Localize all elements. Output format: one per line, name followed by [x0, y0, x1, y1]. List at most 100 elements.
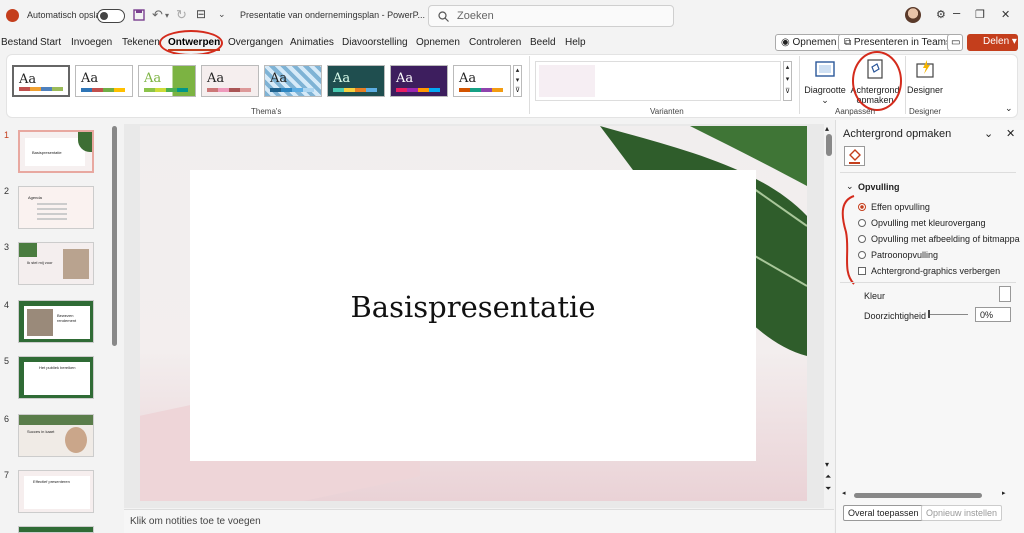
thumbnail-text: Effectief presenteren	[33, 479, 70, 484]
search-placeholder: Zoeken	[457, 10, 494, 22]
notes-pane[interactable]: Klik om notities toe te voegen	[124, 509, 834, 533]
customize-toolbar-icon[interactable]: ⌄	[218, 9, 226, 20]
hide-background-graphics-option[interactable]: Achtergrond-graphics verbergen	[858, 266, 1000, 276]
theme-4[interactable]: Aa	[201, 65, 259, 97]
theme-3[interactable]: Aa	[138, 65, 196, 97]
thumbnail-slide-2[interactable]: Agenda	[18, 186, 94, 229]
thumbnail-slide-6[interactable]: Succes in kaart	[18, 414, 94, 457]
scroll-thumb[interactable]	[854, 493, 982, 498]
themes-scroll[interactable]: ▴ ▾ ⊽	[513, 65, 522, 97]
thumbnail-slide-3[interactable]: Ik stel mij voor	[18, 242, 94, 285]
fill-tab[interactable]	[844, 146, 865, 166]
save-icon[interactable]	[133, 9, 145, 21]
thumbnail-slide-5[interactable]: Het publiek bereiken	[18, 356, 94, 399]
transparency-slider[interactable]	[928, 314, 968, 315]
slide-title[interactable]: Basispresentatie	[190, 290, 756, 324]
theme-5[interactable]: Aa	[264, 65, 322, 97]
collapse-ribbon-icon[interactable]: ⌄	[1005, 103, 1013, 114]
section-chevron-icon[interactable]: ⌄	[846, 181, 854, 192]
pane-options-chevron-icon[interactable]: ⌄	[984, 127, 993, 140]
redo-icon[interactable]: ↻	[176, 7, 187, 23]
theme-color-bar	[459, 88, 503, 92]
radio-button[interactable]	[858, 235, 866, 243]
scroll-thumb[interactable]	[826, 134, 832, 156]
tab-help[interactable]: Help	[565, 37, 586, 48]
theme-preview-text: Aa	[81, 71, 99, 86]
next-slide-icon[interactable]: ⏷	[825, 484, 831, 494]
slide-size-label: Diagrootte	[804, 85, 846, 95]
search-box[interactable]: Zoeken	[428, 5, 674, 27]
minimize-icon[interactable]: –	[953, 5, 960, 20]
scroll-left-icon[interactable]: ◂	[842, 489, 846, 497]
previous-slide-icon[interactable]: ⏶	[825, 472, 831, 482]
tab-diavoorstelling[interactable]: Diavoorstelling	[342, 37, 408, 48]
tab-controleren[interactable]: Controleren	[469, 37, 521, 48]
thumbnail-slide-1[interactable]: Basispresentatie	[18, 130, 94, 173]
picture-fill-option[interactable]: Opvulling met afbeelding of bitmappa	[858, 234, 1020, 244]
plant-graphic	[65, 427, 87, 453]
scroll-down-icon[interactable]: ▾	[825, 460, 829, 469]
theme-6[interactable]: Aa	[327, 65, 385, 97]
thumbnail-slide-7[interactable]: Effectief presenteren	[18, 470, 94, 513]
scroll-up-icon[interactable]: ▴	[825, 124, 829, 133]
tab-beeld[interactable]: Beeld	[530, 37, 556, 48]
comments-button[interactable]: ▭	[947, 34, 963, 51]
tab-invoegen[interactable]: Invoegen	[71, 37, 112, 48]
share-button[interactable]: Delen ▾	[967, 34, 1018, 51]
thumbnail-slide-8-partial[interactable]	[18, 526, 94, 533]
transparency-input[interactable]: 0%	[975, 307, 1011, 322]
tab-tekenen[interactable]: Tekenen	[122, 37, 160, 48]
undo-icon[interactable]: ↶	[152, 7, 163, 23]
scroll-right-icon[interactable]: ▸	[1002, 489, 1006, 497]
designer-label: Designer	[907, 85, 944, 95]
present-icon[interactable]: ⊟	[196, 7, 206, 21]
notes-placeholder: Klik om notities toe te voegen	[130, 516, 261, 527]
tab-animaties[interactable]: Animaties	[290, 37, 334, 48]
thumbnails-scrollbar[interactable]	[112, 126, 117, 346]
reset-background-button[interactable]: Opnieuw instellen	[921, 505, 1003, 521]
radio-button[interactable]	[858, 219, 866, 227]
title-box[interactable]: Basispresentatie	[190, 170, 756, 461]
variants-gallery[interactable]	[535, 61, 781, 101]
avatar[interactable]	[905, 7, 921, 23]
tab-start[interactable]: Start	[40, 37, 61, 48]
theme-7[interactable]: Aa	[390, 65, 448, 97]
close-icon[interactable]: ✕	[1001, 8, 1010, 21]
thumbnail-slide-4[interactable]: Bewezen rendement	[18, 300, 94, 343]
record-button[interactable]: ◉ Opnemen	[775, 34, 843, 51]
variants-scroll[interactable]: ▴ ▾ ⊽	[783, 61, 792, 101]
radio-button[interactable]	[858, 203, 866, 211]
color-picker-button[interactable]	[999, 286, 1011, 302]
current-slide[interactable]: Basispresentatie	[140, 126, 807, 501]
variant-tile[interactable]	[539, 65, 595, 97]
slide-size-icon	[815, 61, 835, 77]
autosave-toggle[interactable]	[97, 9, 125, 23]
tab-overgangen[interactable]: Overgangen	[228, 37, 283, 48]
powerpoint-logo-icon	[6, 9, 19, 22]
checkbox[interactable]	[858, 267, 866, 275]
tab-opnemen[interactable]: Opnemen	[416, 37, 460, 48]
apply-to-all-button[interactable]: Overal toepassen	[843, 505, 924, 521]
solid-fill-option[interactable]: Effen opvulling	[858, 202, 930, 212]
radio-button[interactable]	[858, 251, 866, 259]
tab-bestand[interactable]: Bestand	[1, 37, 38, 48]
slide-size-button[interactable]: Diagrootte ⌄	[803, 58, 847, 105]
pattern-fill-option[interactable]: Patroonopvulling	[858, 250, 938, 260]
theme-2[interactable]: Aa	[75, 65, 133, 97]
undo-dropdown-icon[interactable]: ▾	[165, 11, 169, 20]
theme-office[interactable]: Aa	[12, 65, 70, 97]
settings-icon[interactable]: ⚙	[936, 8, 946, 21]
theme-8[interactable]: Aa	[453, 65, 511, 97]
present-teams-button[interactable]: ⧉ Presenteren in Teams	[838, 34, 958, 51]
canvas-scrollbar[interactable]: ▴ ▾ ⏶ ⏷	[825, 124, 833, 508]
theme-color-bar	[333, 88, 377, 92]
design-ribbon: Aa Aa Aa Aa Aa Aa Aa Aa ▴ ▾ ⊽ Thema's ▴ ▾ ⊽ …	[6, 51, 1018, 118]
slider-handle[interactable]	[928, 310, 930, 318]
option-label: Achtergrond-graphics verbergen	[871, 266, 1001, 276]
pane-close-icon[interactable]: ✕	[1006, 127, 1015, 140]
pane-horizontal-scrollbar[interactable]: ◂ ▸	[842, 489, 1012, 499]
theme-preview-text: Aa	[207, 71, 225, 86]
maximize-icon[interactable]: ❐	[975, 8, 985, 21]
gradient-fill-option[interactable]: Opvulling met kleurovergang	[858, 218, 986, 228]
designer-button[interactable]: Designer	[907, 58, 943, 95]
